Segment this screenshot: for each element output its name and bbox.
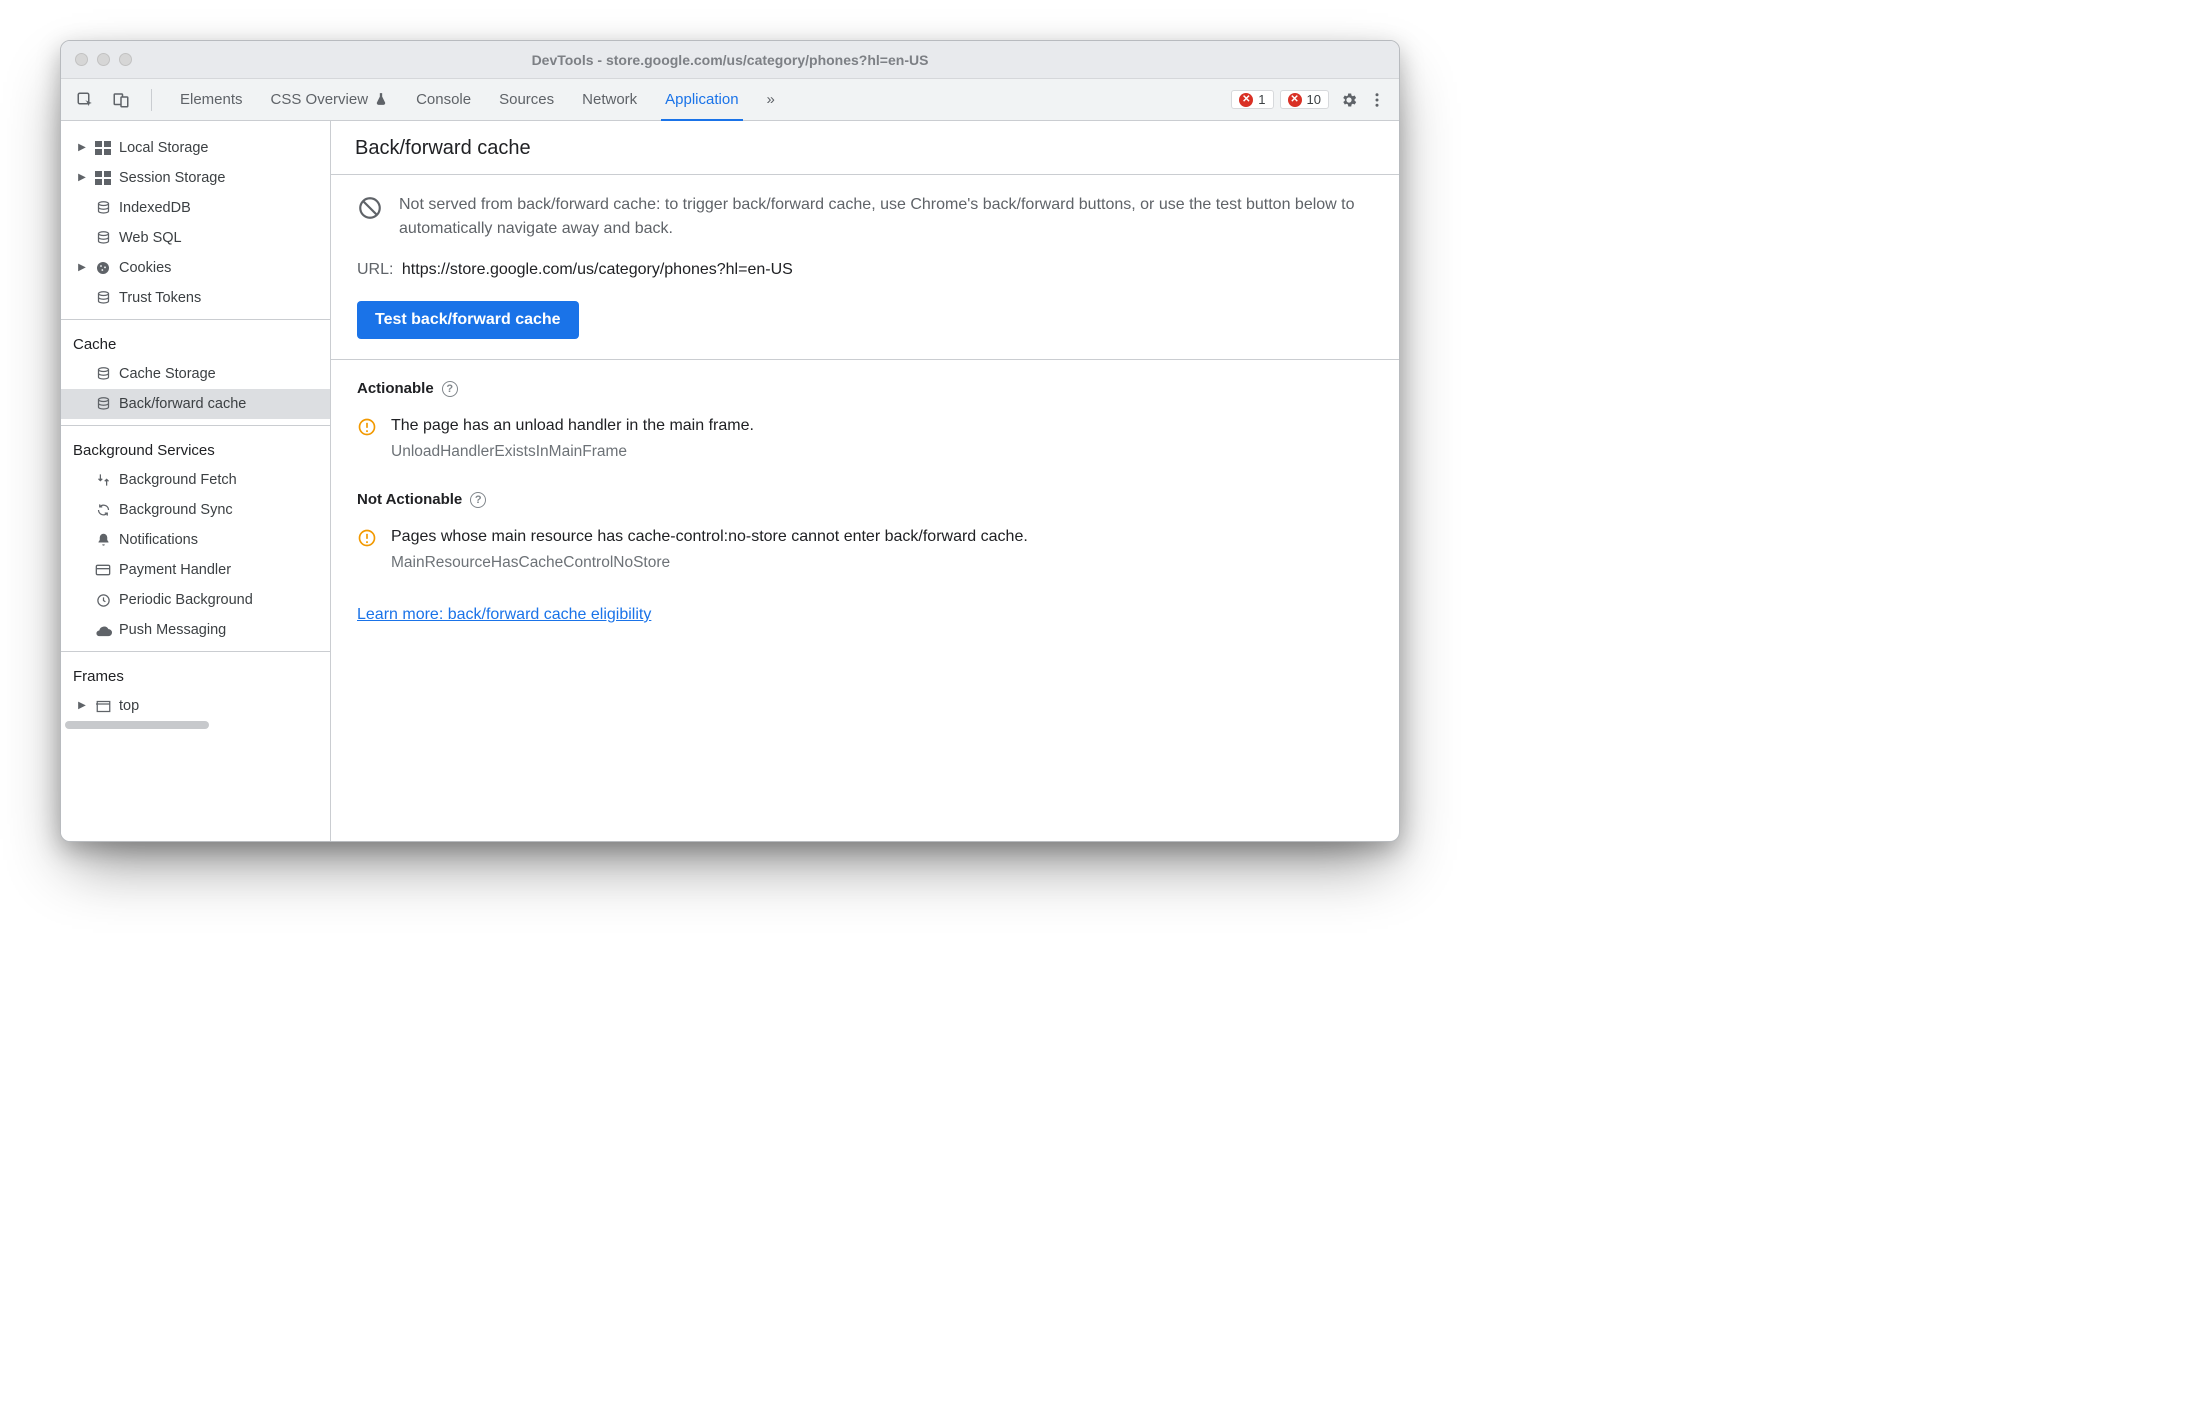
bell-icon: [94, 532, 112, 548]
table-icon: [94, 141, 112, 155]
table-icon: [94, 171, 112, 185]
database-icon: [94, 366, 112, 382]
sidebar-item-cache-storage[interactable]: ▶ Cache Storage: [61, 359, 330, 389]
page-title: Back/forward cache: [331, 121, 1399, 175]
sidebar-item-notifications[interactable]: ▶ Notifications: [61, 525, 330, 555]
sidebar-item-local-storage[interactable]: ▶ Local Storage: [61, 133, 330, 163]
disclosure-triangle-icon: ▶: [77, 167, 87, 189]
sidebar-group-frames: Frames: [61, 658, 330, 691]
sidebar-horizontal-scrollbar[interactable]: [61, 721, 330, 735]
flask-icon: [374, 92, 388, 106]
macos-titlebar: DevTools - store.google.com/us/category/…: [61, 41, 1399, 79]
url-value: https://store.google.com/us/category/pho…: [402, 261, 793, 278]
warning-icon: [357, 417, 377, 437]
sidebar-item-session-storage[interactable]: ▶ Session Storage: [61, 163, 330, 193]
console-errors-pill[interactable]: ✕ 1: [1231, 90, 1273, 109]
main-panel: Back/forward cache Not served from back/…: [331, 121, 1399, 841]
console-issues-pill[interactable]: ✕ 10: [1280, 90, 1329, 109]
sidebar-group-storage: [61, 121, 330, 133]
sidebar-item-indexeddb[interactable]: ▶ IndexedDB: [61, 193, 330, 223]
database-icon: [94, 200, 112, 216]
actionable-issue-reason: UnloadHandlerExistsInMainFrame: [331, 439, 1399, 471]
sidebar-item-background-sync[interactable]: ▶ Background Sync: [61, 495, 330, 525]
device-toolbar-icon[interactable]: [107, 79, 135, 121]
error-icon: ✕: [1288, 93, 1302, 107]
fetch-icon: [94, 472, 112, 488]
sync-icon: [94, 502, 112, 518]
chevron-double-right-icon: »: [767, 91, 772, 108]
frame-icon: [94, 700, 112, 713]
window-controls: [61, 53, 132, 66]
not-actionable-issue-reason: MainResourceHasCacheControlNoStore: [331, 550, 1399, 582]
tab-css-overview[interactable]: CSS Overview: [267, 79, 393, 121]
warning-icon: [357, 528, 377, 548]
not-actionable-header: Not Actionable: [357, 491, 462, 508]
learn-more-link[interactable]: Learn more: back/forward cache eligibili…: [357, 606, 651, 623]
sidebar-item-periodic-background[interactable]: ▶ Periodic Background: [61, 585, 330, 615]
application-sidebar: ▶ Local Storage ▶ Session Storage ▶ Inde…: [61, 121, 331, 841]
help-icon[interactable]: ?: [470, 492, 486, 508]
help-icon[interactable]: ?: [442, 381, 458, 397]
tabs-overflow-button[interactable]: »: [763, 79, 776, 121]
not-actionable-issue-message: Pages whose main resource has cache-cont…: [391, 528, 1028, 546]
close-window-button[interactable]: [75, 53, 88, 66]
test-bfcache-button[interactable]: Test back/forward cache: [357, 301, 579, 339]
inspect-element-icon[interactable]: [71, 79, 99, 121]
database-icon: [94, 230, 112, 246]
credit-card-icon: [94, 563, 112, 577]
settings-icon[interactable]: [1335, 79, 1363, 121]
clock-icon: [94, 593, 112, 608]
sidebar-item-push-messaging[interactable]: ▶ Push Messaging: [61, 615, 330, 645]
disclosure-triangle-icon: ▶: [77, 137, 87, 159]
kebab-menu-icon[interactable]: [1363, 79, 1391, 121]
tab-network[interactable]: Network: [578, 79, 641, 121]
disclosure-triangle-icon: ▶: [77, 695, 87, 717]
tab-elements[interactable]: Elements: [176, 79, 247, 121]
sidebar-group-cache: Cache: [61, 326, 330, 359]
database-icon: [94, 396, 112, 412]
minimize-window-button[interactable]: [97, 53, 110, 66]
sidebar-item-payment-handler[interactable]: ▶ Payment Handler: [61, 555, 330, 585]
url-label: URL:: [357, 261, 393, 278]
not-allowed-icon: [357, 195, 383, 221]
sidebar-item-cookies[interactable]: ▶ Cookies: [61, 253, 330, 283]
cookie-icon: [94, 260, 112, 276]
zoom-window-button[interactable]: [119, 53, 132, 66]
sidebar-item-frame-top[interactable]: ▶ top: [61, 691, 330, 721]
sidebar-item-background-fetch[interactable]: ▶ Background Fetch: [61, 465, 330, 495]
devtools-toolbar: Elements CSS Overview Console Sources Ne…: [61, 79, 1399, 121]
devtools-window: DevTools - store.google.com/us/category/…: [60, 40, 1400, 842]
tab-sources[interactable]: Sources: [495, 79, 558, 121]
actionable-issue-message: The page has an unload handler in the ma…: [391, 417, 754, 435]
sidebar-item-back-forward-cache[interactable]: ▶ Back/forward cache: [61, 389, 330, 419]
tab-application[interactable]: Application: [661, 79, 742, 121]
actionable-header: Actionable: [357, 380, 434, 397]
not-served-message: Not served from back/forward cache: to t…: [399, 193, 1373, 241]
tab-console[interactable]: Console: [412, 79, 475, 121]
sidebar-group-background: Background Services: [61, 432, 330, 465]
error-icon: ✕: [1239, 93, 1253, 107]
window-title: DevTools - store.google.com/us/category/…: [61, 52, 1399, 68]
url-row: URL: https://store.google.com/us/categor…: [331, 259, 1399, 291]
sidebar-item-trust-tokens[interactable]: ▶ Trust Tokens: [61, 283, 330, 313]
sidebar-item-websql[interactable]: ▶ Web SQL: [61, 223, 330, 253]
disclosure-triangle-icon: ▶: [77, 257, 87, 279]
database-icon: [94, 290, 112, 306]
cloud-icon: [94, 624, 112, 637]
